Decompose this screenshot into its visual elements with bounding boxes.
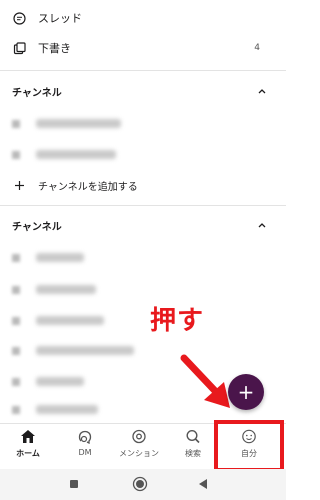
channel-name-redacted — [36, 119, 121, 128]
tab-mentions[interactable]: メンション — [112, 429, 166, 459]
threads-label: スレッド — [38, 12, 82, 25]
tab-mentions-label: メンション — [119, 449, 159, 458]
channel-name-redacted — [36, 377, 84, 386]
channel-item[interactable] — [12, 285, 96, 294]
plus-icon — [12, 178, 26, 192]
system-navigation-bar — [0, 469, 286, 500]
channels-section-title[interactable]: チャンネル — [12, 84, 62, 99]
compose-plus-label: + — [237, 380, 255, 404]
search-icon — [186, 429, 200, 444]
tab-search-label: 検索 — [185, 449, 201, 458]
channel-icon — [12, 285, 20, 294]
home-nav-icon[interactable] — [132, 476, 148, 492]
drafts-count: 4 — [254, 43, 260, 53]
channel-name-redacted — [36, 405, 98, 414]
mention-icon — [132, 429, 146, 444]
chevron-up-icon[interactable] — [256, 85, 268, 97]
add-channel-button[interactable]: チャンネルを追加する — [0, 176, 286, 194]
channel-icon — [12, 405, 20, 414]
divider — [0, 70, 286, 71]
channel-item[interactable] — [12, 253, 84, 262]
add-channel-label: チャンネルを追加する — [38, 181, 138, 193]
tab-dm-label: DM — [78, 448, 92, 457]
channel-item[interactable] — [12, 119, 121, 128]
tab-home-label: ホーム — [16, 449, 40, 458]
channel-item[interactable] — [12, 377, 84, 386]
dm-icon — [78, 430, 92, 444]
channel-name-redacted — [36, 316, 104, 325]
threads-item[interactable]: スレッド — [0, 8, 286, 28]
channel-item[interactable] — [12, 316, 104, 325]
channel-icon — [12, 377, 20, 386]
back-icon[interactable] — [198, 478, 208, 490]
channel-item[interactable] — [12, 405, 98, 414]
channel-name-redacted — [36, 253, 84, 262]
tab-search[interactable]: 検索 — [166, 429, 220, 459]
channel-icon — [12, 316, 20, 325]
chevron-up-icon[interactable] — [256, 219, 268, 231]
tab-home[interactable]: ホーム — [1, 429, 55, 459]
channel-name-redacted — [36, 346, 134, 355]
channel-name-redacted — [36, 150, 116, 159]
channel-name-redacted — [36, 285, 96, 294]
drafts-icon — [12, 41, 26, 55]
divider — [0, 205, 286, 206]
channel-icon — [12, 346, 20, 355]
home-icon — [21, 430, 35, 443]
compose-button[interactable]: + — [228, 374, 264, 410]
drafts-item[interactable]: 下書き 4 — [0, 38, 286, 58]
channel-item[interactable] — [12, 150, 116, 159]
threads-icon — [12, 11, 26, 25]
recent-apps-icon[interactable] — [69, 479, 79, 489]
annotation-highlight-box — [214, 420, 284, 472]
channel-icon — [12, 119, 20, 128]
channel-icon — [12, 150, 20, 159]
channels-section-title[interactable]: チャンネル — [12, 218, 62, 233]
drafts-label: 下書き — [38, 42, 71, 55]
tab-dm[interactable]: DM — [58, 429, 112, 457]
annotation-text: 押す — [150, 306, 205, 336]
channel-item[interactable] — [12, 346, 134, 355]
channel-icon — [12, 253, 20, 262]
